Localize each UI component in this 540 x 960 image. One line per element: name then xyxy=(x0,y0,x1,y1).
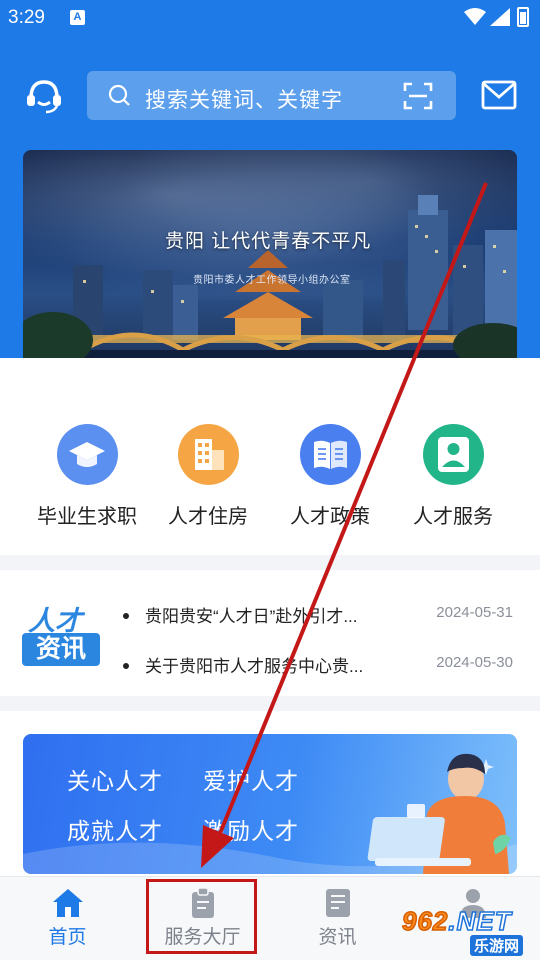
logo-bottom-box: 资讯 xyxy=(22,633,100,666)
news-doc-icon xyxy=(325,889,350,917)
news-item[interactable]: 贵阳贵安“人才日”赴外引才... 2024-05-31 xyxy=(123,602,523,627)
watermark-net: .NET xyxy=(448,905,512,937)
person-service-icon xyxy=(422,424,484,485)
category-policy[interactable]: 人才政策 xyxy=(265,424,395,529)
tab-label: 首页 xyxy=(48,927,87,948)
status-time: 3:29 xyxy=(8,7,45,28)
graduation-cap-icon xyxy=(56,424,118,485)
customer-service-headset-icon[interactable] xyxy=(24,76,64,116)
banner-subtitle: 贵阳市委人才工作领导小组办公室 xyxy=(193,275,351,286)
tab-service-hall[interactable]: 服务大厅 xyxy=(135,877,270,960)
promo-banner[interactable]: 关心人才 爱护人才 成就人才 激励人才 xyxy=(23,734,517,874)
bullet xyxy=(123,612,129,619)
scan-icon[interactable] xyxy=(403,81,433,111)
news-title[interactable]: 贵阳贵安“人才日”赴外引才... xyxy=(145,607,358,626)
building-icon xyxy=(177,424,239,485)
banner-carousel[interactable]: 贵阳 让代代青春不平凡 贵阳市委人才工作领导小组办公室 xyxy=(23,150,517,389)
signal-icon xyxy=(490,8,510,26)
search-bar[interactable]: 搜索关键词、关键字 xyxy=(87,71,456,120)
news-date: 2024-05-30 xyxy=(436,654,513,671)
watermark-number: 962.NET xyxy=(401,905,512,937)
category-graduate-jobs[interactable]: 毕业生求职 xyxy=(22,424,152,529)
category-label: 人才服务 xyxy=(413,506,493,528)
watermark-digits: 962 xyxy=(401,905,449,937)
talent-news-logo: 人才 资讯 xyxy=(22,601,100,667)
category-label: 人才政策 xyxy=(290,506,370,528)
search-placeholder[interactable]: 搜索关键词、关键字 xyxy=(145,84,343,114)
person-with-laptop-illustration xyxy=(23,753,517,874)
city-night-illustration xyxy=(23,195,517,389)
tab-news[interactable]: 资讯 xyxy=(270,877,405,960)
tab-label: 服务大厅 xyxy=(164,927,241,948)
news-item[interactable]: 关于贵阳市人才服务中心贵... 2024-05-30 xyxy=(123,652,523,677)
site-watermark-logo: 962.NET 乐游网 xyxy=(400,905,540,960)
category-label: 人才住房 xyxy=(168,506,248,528)
tab-label: 资讯 xyxy=(318,927,357,948)
clipboard-icon xyxy=(191,887,214,918)
notification-a-icon: A xyxy=(70,10,85,25)
mail-icon[interactable] xyxy=(481,80,517,110)
category-housing[interactable]: 人才住房 xyxy=(143,424,273,529)
home-icon xyxy=(52,889,83,917)
category-service[interactable]: 人才服务 xyxy=(388,424,518,529)
tab-home[interactable]: 首页 xyxy=(0,877,135,960)
category-label: 毕业生求职 xyxy=(37,506,137,528)
banner-slogan: 贵阳 让代代青春不平凡 xyxy=(165,231,372,252)
news-title[interactable]: 关于贵阳市人才服务中心贵... xyxy=(145,657,363,676)
wifi-icon xyxy=(464,8,486,25)
bullet xyxy=(123,662,129,669)
battery-icon xyxy=(517,7,529,27)
search-icon xyxy=(108,84,130,106)
open-book-icon xyxy=(299,424,361,485)
watermark-site: 乐游网 xyxy=(470,935,524,956)
status-bar: 3:29 A xyxy=(0,0,540,36)
logo-bottom-text: 资讯 xyxy=(35,635,86,663)
news-date: 2024-05-31 xyxy=(436,604,513,621)
